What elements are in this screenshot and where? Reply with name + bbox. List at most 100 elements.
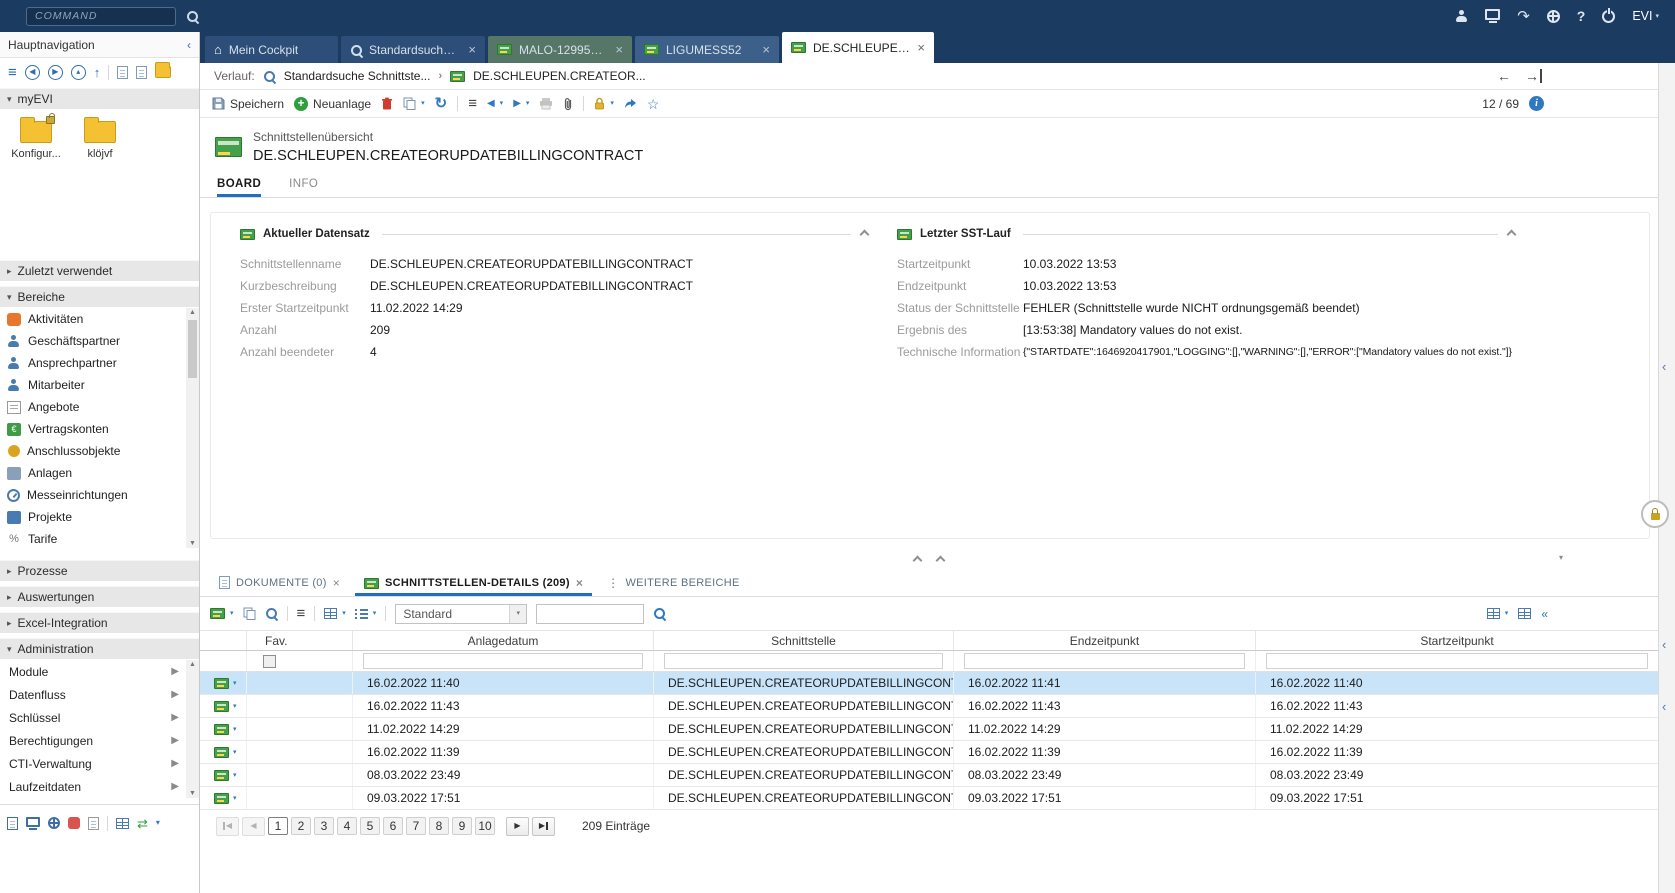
scroll-up-icon[interactable]: ▲ [186,309,199,316]
header-cell-fav[interactable]: Fav. [246,631,352,650]
page-button-8[interactable]: 8 [429,817,449,835]
upload-icon[interactable]: ↑ [94,66,101,79]
user-menu[interactable]: EVI ▾ [1632,9,1659,23]
menu-icon[interactable]: ≡ [8,65,17,80]
new-record-button[interactable]: Neuanlage [294,97,371,111]
lock-button[interactable]: ▾ [594,97,614,110]
collapse-sidebar-icon[interactable]: ‹ [187,39,191,51]
nav-up-icon[interactable]: ▴ [71,65,86,80]
sidebar-item-tarife[interactable]: %Tarife [0,528,199,548]
section-zuletzt-verwendet[interactable]: ▸ Zuletzt verwendet [0,260,199,281]
web-icon[interactable] [48,817,60,829]
last-page-button[interactable]: ▶ [532,817,555,836]
menu-icon[interactable]: ≡ [297,606,306,621]
next-record-button[interactable]: ▶ ▾ [513,99,529,109]
save-button[interactable]: Speichern [212,97,284,111]
close-icon[interactable]: × [917,40,925,55]
nav-back-icon[interactable]: ◀ [25,65,40,80]
tab-dokumente[interactable]: DOKUMENTE (0) × [210,576,349,596]
table-row[interactable]: ▾ 09.03.2022 17:51 DE.SCHLEUPEN.CREATEOR… [200,787,1658,810]
tab-schnittstellen-details[interactable]: SCHNITTSTELLEN-DETAILS (209) × [355,577,592,596]
section-administration[interactable]: ▾ Administration [0,638,199,659]
tab-weitere-bereiche[interactable]: ⋮ WEITERE BEREICHE [598,577,749,596]
refresh-icon[interactable]: ↻ [435,96,448,111]
page-button-5[interactable]: 5 [360,817,380,835]
delete-icon[interactable] [381,97,393,110]
prev-page-button[interactable]: ◀ [242,817,265,836]
hotkey-icon[interactable] [68,817,80,829]
tab-mein-cockpit[interactable]: ⌂ Mein Cockpit [205,36,338,63]
template-icon[interactable] [88,817,99,830]
page-button-2[interactable]: 2 [291,817,311,835]
scroll-up-icon[interactable]: ▲ [186,661,199,668]
row-menu-icon[interactable]: ▾ [233,772,237,779]
header-cell-startzeitpunkt[interactable]: Startzeitpunkt [1255,631,1658,650]
report-icon[interactable] [7,817,18,830]
filter-table-button[interactable]: ▾ [1487,608,1509,619]
scroll-down-icon[interactable]: ▼ [186,540,199,547]
tab-info[interactable]: INFO [289,178,318,197]
admin-item-cti-verwaltung[interactable]: CTI-Verwaltung▶ [0,752,199,775]
folder-konfiguration[interactable]: Konfigur... [8,121,64,160]
print-icon[interactable] [539,97,553,110]
page-button-1[interactable]: 1 [268,817,288,835]
nav-forward-icon[interactable]: ▶ [48,65,63,80]
breadcrumb-item-2[interactable]: DE.SCHLEUPEN.CREATEOR... [473,69,645,83]
swap-icon[interactable]: ⇄ [137,817,148,830]
section-excel-integration[interactable]: ▸ Excel-Integration [0,612,199,633]
section-prozesse[interactable]: ▸ Prozesse [0,560,199,581]
share-icon[interactable] [624,98,637,109]
sidebar-item-mitarbeiter[interactable]: Mitarbeiter [0,374,199,396]
admin-scrollbar[interactable]: ▲ ▼ [186,660,199,798]
sidebar-item-projekte[interactable]: Projekte [0,506,199,528]
tab-ligumess[interactable]: LIGUMESS52 × [635,36,779,63]
search-icon[interactable] [653,607,666,620]
filter-input-endzeitpunkt[interactable] [964,653,1245,669]
sidebar-item-vertragskonten[interactable]: €Vertragskonten [0,418,199,440]
bereiche-scrollbar[interactable]: ▲ ▼ [186,308,199,548]
pages-icon[interactable] [136,66,147,79]
admin-item-datenfluss[interactable]: Datenfluss▶ [0,683,199,706]
page-button-4[interactable]: 4 [337,817,357,835]
settings-grid-icon[interactable] [116,818,129,829]
info-icon[interactable] [1529,96,1544,111]
table-row[interactable]: ▾ 16.02.2022 11:40 DE.SCHLEUPEN.CREATEOR… [200,672,1658,695]
redo-icon[interactable]: ↷ [1517,9,1530,24]
help-icon[interactable]: ? [1577,8,1586,24]
attachment-icon[interactable] [563,97,573,111]
collapse-up-icon[interactable] [936,555,946,565]
row-menu-icon[interactable]: ▾ [233,749,237,756]
breadcrumb-item-1[interactable]: Standardsuche Schnittste... [284,69,431,83]
search-record-icon[interactable] [265,607,278,620]
scroll-down-icon[interactable]: ▼ [186,790,199,797]
sidebar-item-angebote[interactable]: Angebote [0,396,199,418]
command-box[interactable] [26,7,176,26]
new-folder-icon[interactable] [155,66,171,78]
table-search-input[interactable] [536,604,644,624]
row-menu-icon[interactable]: ▾ [233,703,237,710]
header-cell-anlagedatum[interactable]: Anlagedatum [352,631,653,650]
table-row[interactable]: ▾ 16.02.2022 11:43 DE.SCHLEUPEN.CREATEOR… [200,695,1658,718]
monitor-icon[interactable] [26,817,40,827]
record-lock-badge[interactable] [1641,500,1669,528]
section-myevi[interactable]: ▾ myEVI [0,88,199,109]
sidebar-item-messeinrichtungen[interactable]: Messeinrichtungen [0,484,199,506]
header-cell-schnittstelle[interactable]: Schnittstelle [653,631,953,650]
sidebar-item-ansprechpartner[interactable]: Ansprechpartner [0,352,199,374]
collapse-up-icon[interactable] [913,555,923,565]
assign-icon[interactable] [243,607,256,620]
expand-panel-icon[interactable]: ‹ [1662,360,1666,373]
grid-view-button[interactable]: ▾ [324,608,346,619]
user-icon[interactable] [1455,10,1468,23]
admin-item-berechtigungen[interactable]: Berechtigungen▶ [0,729,199,752]
tab-schleupen-active[interactable]: DE.SCHLEUPEN.CR... × [782,32,934,63]
chevron-down-icon[interactable]: ▾ [1559,554,1563,562]
admin-item-schluessel[interactable]: Schlüssel▶ [0,706,199,729]
close-icon[interactable]: × [333,577,340,589]
row-menu-icon[interactable]: ▾ [233,680,237,687]
filter-input-schnittstelle[interactable] [664,653,943,669]
globe-icon[interactable] [1547,10,1560,23]
page-button-6[interactable]: 6 [383,817,403,835]
next-page-button[interactable]: ▶ [506,817,529,836]
tab-board[interactable]: BOARD [217,178,261,197]
